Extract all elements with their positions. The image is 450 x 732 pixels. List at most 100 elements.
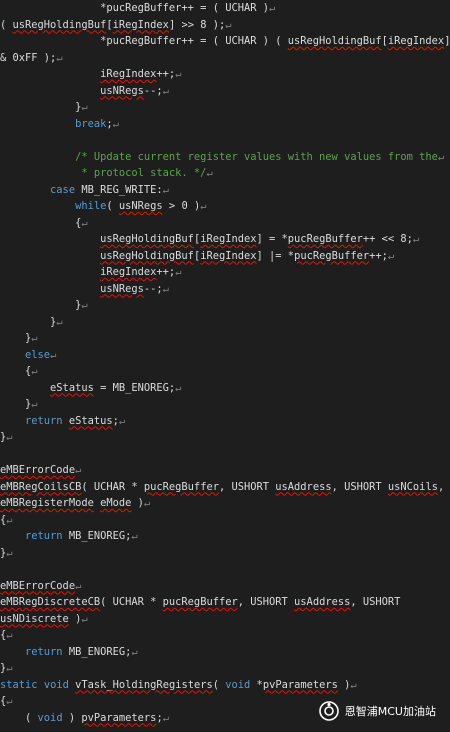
- paragraph-mark: ↵: [6, 629, 13, 641]
- paragraph-mark: ↵: [175, 68, 182, 80]
- identifier-token: pucRegBuffer: [162, 596, 238, 608]
- code-line: return eStatus;↵: [0, 413, 125, 429]
- identifier-token: pucRegBuffer: [294, 249, 370, 262]
- paragraph-mark: ↵: [200, 200, 207, 212]
- paragraph-mark: ↵: [6, 695, 13, 707]
- code-token: MB_ENOREG;: [62, 645, 132, 658]
- code-token: , USHORT: [331, 480, 388, 493]
- code-token: *: [250, 678, 263, 691]
- paragraph-mark: ↵: [412, 233, 420, 245]
- code-token: = MB_ENOREG;: [93, 381, 176, 394]
- identifier-token: pvParameters: [81, 711, 157, 724]
- code-line: iRegIndex++;↵: [0, 66, 181, 82]
- code-token: (: [0, 18, 13, 31]
- code-line: eStatus = MB_ENOREG;↵: [0, 380, 181, 396]
- paragraph-mark: ↵: [81, 299, 88, 311]
- paragraph-mark: ↵: [162, 282, 169, 295]
- code-line: usRegHoldingBuf[iRegIndex] |= *pucRegBuf…: [0, 248, 394, 264]
- code-token: }: [0, 101, 82, 113]
- code-line: usRegHoldingBuf[iRegIndex] = *pucRegBuff…: [0, 231, 419, 247]
- identifier-token: iRegIndex: [112, 18, 169, 31]
- code-token: > 0 ): [162, 200, 201, 212]
- paragraph-mark: ↵: [31, 398, 38, 410]
- keyword-token: return: [25, 414, 63, 427]
- keyword-token: return: [25, 530, 63, 542]
- code-line: else↵: [0, 347, 56, 363]
- wechat-official-account-icon: [318, 701, 339, 721]
- identifier-token: iRegIndex: [200, 249, 257, 262]
- paragraph-mark: ↵: [75, 579, 82, 592]
- code-line: case MB_REG_WRITE:↵: [0, 182, 169, 198]
- code-token: MB_REG_WRITE:: [75, 183, 163, 196]
- paragraph-mark: ↵: [81, 101, 88, 113]
- paragraph-mark: ↵: [31, 332, 38, 344]
- code-line: static void vTask_HoldingRegisters( void…: [0, 677, 357, 693]
- paragraph-mark: ↵: [6, 546, 13, 559]
- paragraph-mark: ↵: [81, 216, 88, 229]
- code-line: {↵: [0, 363, 38, 379]
- identifier-token: eMBRegDiscreteCB: [0, 596, 101, 608]
- identifier-token: usRegHoldingBuf: [100, 249, 194, 262]
- paragraph-mark: ↵: [225, 18, 232, 31]
- code-editor[interactable]: *pucRegBuffer++ = ( UCHAR )↵( usRegHoldi…: [0, 0, 450, 732]
- paragraph-mark: ↵: [50, 348, 57, 361]
- keyword-token: void: [43, 678, 69, 691]
- keyword-token: static: [0, 678, 38, 691]
- keyword-token: break: [75, 117, 107, 130]
- identifier-token: iRegIndex: [200, 233, 257, 245]
- code-line: return MB_ENOREG;↵: [0, 644, 138, 660]
- keyword-token: void: [37, 711, 63, 724]
- code-line: }↵: [0, 660, 13, 676]
- identifier-token: vTask_HoldingRegisters: [75, 678, 213, 691]
- paragraph-mark: ↵: [437, 150, 445, 163]
- paragraph-mark: ↵: [112, 117, 119, 130]
- code-line: *pucRegBuffer++ = ( UCHAR )↵: [0, 0, 275, 16]
- paragraph-mark: ↵: [206, 167, 213, 179]
- code-token: {: [0, 216, 82, 229]
- identifier-token: usAddress: [275, 480, 332, 493]
- identifier-token: eStatus: [68, 414, 113, 427]
- watermark: 恩智浦MCU加油站: [318, 700, 436, 722]
- code-token: *pucRegBuffer++ = ( UCHAR ) (: [0, 35, 288, 47]
- keyword-token: while: [75, 200, 107, 212]
- code-line: eMBErrorCode↵: [0, 462, 81, 478]
- code-line: ( void ) pvParameters;↵: [0, 710, 169, 726]
- identifier-token: usNDiscrete: [0, 612, 69, 625]
- paragraph-mark: ↵: [162, 183, 169, 196]
- paragraph-mark: ↵: [269, 2, 276, 14]
- code-token: (: [0, 711, 38, 724]
- paragraph-mark: ↵: [131, 530, 138, 542]
- paragraph-mark: ↵: [387, 249, 395, 262]
- code-token: --;: [143, 282, 163, 295]
- code-line: }↵: [0, 314, 63, 330]
- identifier-token: usNRegs: [100, 84, 144, 97]
- paragraph-mark: ↵: [75, 464, 82, 476]
- code-line: iRegIndex++;↵: [0, 264, 181, 280]
- code-line: *pucRegBuffer++ = ( UCHAR ) ( usRegHoldi…: [0, 33, 450, 49]
- code-token: (: [212, 678, 226, 691]
- keyword-token: void: [225, 678, 251, 691]
- code-line: ( usRegHoldingBuf[iRegIndex] >> 8 );↵: [0, 17, 232, 33]
- code-token: }: [0, 315, 57, 328]
- code-token: (: [106, 200, 119, 212]
- code-line: }↵: [0, 99, 88, 115]
- code-token: --;: [143, 84, 163, 97]
- code-line: usNDiscrete )↵: [0, 611, 88, 627]
- code-line: {↵: [0, 512, 13, 528]
- identifier-token: eMBErrorCode: [0, 579, 76, 592]
- paragraph-mark: ↵: [143, 497, 151, 509]
- keyword-token: case: [50, 183, 76, 196]
- code-line: {↵: [0, 627, 13, 643]
- paragraph-mark: ↵: [175, 266, 182, 278]
- paragraph-mark: ↵: [56, 51, 63, 64]
- paragraph-mark: ↵: [6, 513, 13, 526]
- identifier-token: pucRegBuffer: [287, 233, 363, 245]
- code-token: ++ << 8;: [362, 233, 413, 245]
- code-line: {↵: [0, 693, 13, 709]
- code-line: * protocol stack. */↵: [0, 165, 213, 181]
